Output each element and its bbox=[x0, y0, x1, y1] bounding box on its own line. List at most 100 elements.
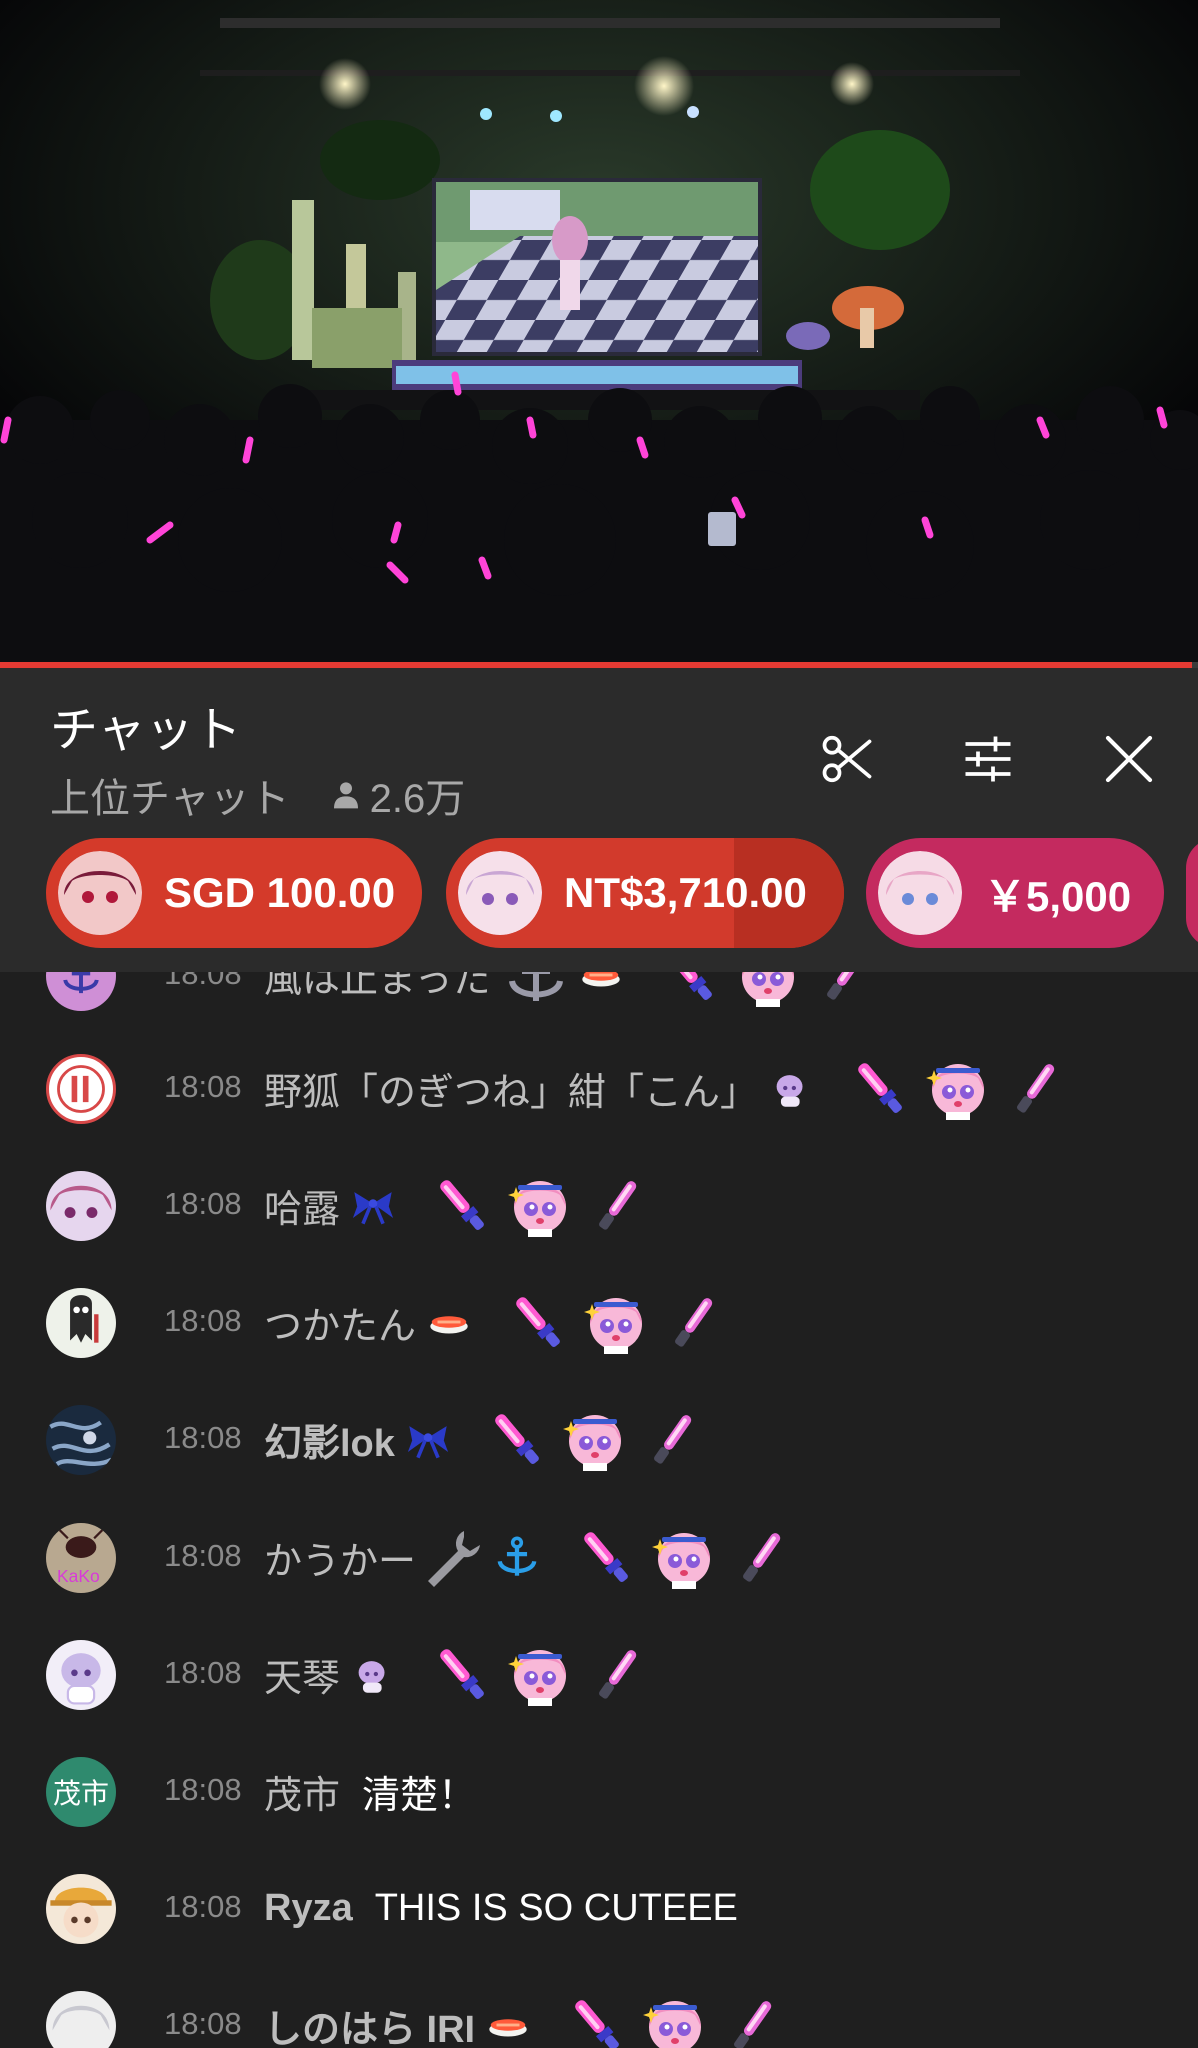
message-timestamp: 18:08 bbox=[164, 1655, 242, 1690]
chat-settings-button[interactable] bbox=[953, 724, 1023, 794]
user-avatar[interactable] bbox=[46, 1640, 116, 1710]
message-line: Ryza THIS IS SO CUTEEE bbox=[264, 1873, 738, 1943]
person-icon bbox=[333, 782, 358, 809]
chat-message[interactable]: 18:08 風は止まった bbox=[0, 972, 1198, 1034]
anchor-icon bbox=[63, 972, 99, 994]
sushi-icon bbox=[578, 972, 624, 998]
kako-avatar-icon: KaKo bbox=[57, 1528, 104, 1586]
message-timestamp: 18:08 bbox=[164, 1069, 242, 1104]
user-avatar[interactable] bbox=[46, 1054, 116, 1124]
chat-message-list[interactable]: 18:08 風は止まった 18:08 野狐「のぎつね」紺「こん」 18:08 哈… bbox=[0, 972, 1198, 2048]
user-avatar[interactable] bbox=[46, 1171, 116, 1241]
chat-message[interactable]: 18:08 野狐「のぎつね」紺「こん」 bbox=[0, 1029, 1198, 1147]
user-avatar[interactable] bbox=[46, 1991, 116, 2048]
stamp-avatar-icon bbox=[57, 1065, 105, 1113]
message-author[interactable]: 天琴 bbox=[264, 1647, 340, 1702]
white-avatar-icon bbox=[52, 2005, 110, 2031]
message-author[interactable]: 野狐「のぎつね」紺「こん」 bbox=[264, 1061, 758, 1116]
message-author[interactable]: 茂市 bbox=[264, 1764, 340, 1819]
svg-text:KaKo: KaKo bbox=[57, 1566, 100, 1586]
sushi-icon bbox=[426, 1299, 472, 1345]
message-line: しのはら IRI bbox=[264, 1990, 785, 2048]
super-chat-amount: SGD 100.00 bbox=[164, 869, 396, 916]
chat-mode-label: 上位チャット bbox=[50, 777, 290, 821]
chat-message[interactable]: 18:08 哈露 bbox=[0, 1146, 1198, 1264]
close-chat-button[interactable] bbox=[1094, 724, 1164, 794]
chat-message[interactable]: 18:08 しのはら IRI bbox=[0, 1966, 1198, 2048]
chat-mode-selector[interactable]: 上位チャット 2.6万 bbox=[50, 766, 465, 824]
chat-header: チャット 上位チャット 2.6万 bbox=[0, 668, 1198, 838]
hat-avatar-icon bbox=[50, 1887, 112, 1938]
penlight-emoji bbox=[485, 1407, 549, 1471]
message-text: 清楚！ bbox=[362, 1774, 477, 1817]
aqua-face-emoji bbox=[643, 1993, 707, 2048]
message-author[interactable]: つかたん bbox=[264, 1295, 416, 1350]
sushi-icon bbox=[485, 2002, 531, 2048]
super-chat-pill[interactable]: SGD 100.00 bbox=[46, 838, 422, 948]
aqua-chibi-icon bbox=[350, 1651, 396, 1697]
chat-message[interactable]: 18:08 幻影lok bbox=[0, 1380, 1198, 1498]
chat-message[interactable]: KaKo 18:08 かうかー bbox=[0, 1498, 1198, 1616]
super-chat-avatar bbox=[878, 851, 962, 935]
glowstick-emoji bbox=[641, 1407, 705, 1471]
clip-button[interactable] bbox=[812, 724, 882, 794]
user-avatar[interactable] bbox=[46, 1288, 116, 1358]
user-avatar[interactable] bbox=[46, 1405, 116, 1475]
message-line: 茂市 清楚！ bbox=[264, 1756, 476, 1826]
concert-stage-scene bbox=[0, 0, 1198, 664]
glowstick-emoji bbox=[814, 972, 878, 1007]
avatar-initials: 茂市 bbox=[52, 1778, 109, 1809]
user-avatar[interactable] bbox=[46, 1874, 116, 1944]
aqua-face-emoji bbox=[652, 1525, 716, 1589]
aqua-face-emoji bbox=[508, 1173, 572, 1237]
message-author[interactable]: 哈露 bbox=[264, 1178, 340, 1233]
message-author[interactable]: かうかー bbox=[264, 1530, 416, 1585]
user-avatar[interactable]: 茂市 bbox=[46, 1757, 116, 1827]
aqua-face-emoji bbox=[508, 1642, 572, 1706]
aqua-face-emoji bbox=[563, 1407, 627, 1471]
chat-message[interactable]: 18:08 Ryza THIS IS SO CUTEEE bbox=[0, 1849, 1198, 1967]
ribbon-icon bbox=[405, 1416, 451, 1462]
close-icon bbox=[1105, 735, 1153, 783]
message-author[interactable]: しのはら IRI bbox=[264, 1998, 475, 2048]
message-timestamp: 18:08 bbox=[164, 1186, 242, 1221]
anchor-icon bbox=[494, 1534, 540, 1580]
user-avatar[interactable]: KaKo bbox=[46, 1523, 116, 1593]
aqua-face-emoji bbox=[926, 1056, 990, 1120]
chat-message[interactable]: 18:08 つかたん bbox=[0, 1263, 1198, 1381]
penlight-emoji bbox=[658, 972, 722, 1007]
super-chat-avatar bbox=[58, 851, 142, 935]
super-chat-pill[interactable]: ￥5,000 bbox=[866, 838, 1164, 948]
penlight-emoji bbox=[430, 1173, 494, 1237]
anchor-icon bbox=[504, 972, 568, 1007]
message-timestamp: 18:08 bbox=[164, 1420, 242, 1455]
chibi-avatar-icon bbox=[61, 1653, 101, 1705]
penlight-emoji bbox=[848, 1056, 912, 1120]
video-player[interactable] bbox=[0, 0, 1198, 664]
chat-message[interactable]: 茂市 18:08 茂市 清楚！ bbox=[0, 1732, 1198, 1850]
penlight-emoji bbox=[430, 1642, 494, 1706]
ribbon-icon bbox=[350, 1182, 396, 1228]
penlight-emoji bbox=[506, 1290, 570, 1354]
message-author[interactable]: 風は止まった bbox=[264, 972, 490, 1003]
message-author[interactable]: 幻影lok bbox=[264, 1412, 395, 1467]
user-avatar[interactable] bbox=[46, 972, 116, 1011]
chat-message[interactable]: 18:08 天琴 bbox=[0, 1615, 1198, 1733]
aqua-chibi-icon bbox=[768, 1065, 814, 1111]
glowstick-emoji bbox=[721, 1993, 785, 2048]
message-timestamp: 18:08 bbox=[164, 2006, 242, 2041]
glowstick-emoji bbox=[586, 1173, 650, 1237]
penlight-emoji bbox=[565, 1993, 629, 2048]
super-chat-pill[interactable]: NT$3,710.00 bbox=[446, 838, 844, 948]
super-chat-amount: ￥5,000 bbox=[984, 872, 1132, 920]
message-timestamp: 18:08 bbox=[164, 1889, 242, 1924]
message-line: つかたん bbox=[264, 1287, 726, 1357]
message-line: 野狐「のぎつね」紺「こん」 bbox=[264, 1053, 1068, 1123]
message-line: 風は止まった bbox=[264, 972, 878, 1010]
message-author[interactable]: Ryza bbox=[264, 1887, 353, 1930]
message-timestamp: 18:08 bbox=[164, 1772, 242, 1807]
ghost-avatar-icon bbox=[70, 1295, 99, 1343]
super-chat-pill-partial[interactable] bbox=[1186, 838, 1198, 948]
message-line: 幻影lok bbox=[264, 1404, 705, 1474]
message-timestamp: 18:08 bbox=[164, 1303, 242, 1338]
